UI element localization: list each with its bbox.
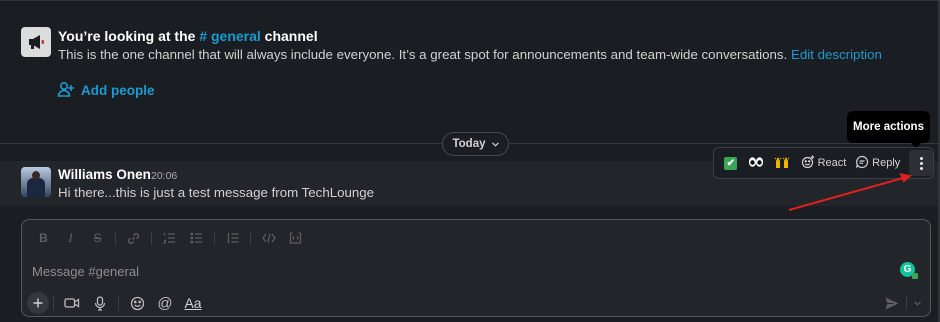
message-text: Hi there...this is just a test message f… <box>58 185 375 200</box>
video-clip-button[interactable] <box>58 292 86 314</box>
blockquote-button[interactable] <box>219 229 246 247</box>
bulleted-list-button[interactable] <box>183 229 210 247</box>
reply-label: Reply <box>872 157 901 169</box>
toolbar-separator <box>250 231 251 245</box>
send-options-button[interactable] <box>910 294 924 312</box>
raised-hands-emoji-icon <box>774 155 790 172</box>
channel-description: This is the one channel that will always… <box>58 47 882 62</box>
more-actions-button[interactable] <box>909 150 933 176</box>
bulleted-list-icon <box>190 232 202 244</box>
more-actions-tooltip: More actions <box>847 111 930 148</box>
toolbar-separator <box>151 231 152 245</box>
chevron-down-icon <box>491 138 499 150</box>
toolbar-separator <box>214 231 215 245</box>
send-button[interactable] <box>881 294 903 312</box>
code-block-icon <box>289 232 302 244</box>
italic-button[interactable]: I <box>57 229 84 247</box>
intro-title-suffix: channel <box>260 28 318 44</box>
blockquote-icon <box>227 233 238 243</box>
quick-reaction-check[interactable]: ✔ <box>718 150 744 176</box>
megaphone-icon <box>21 27 51 57</box>
text-format-label: Aa <box>184 295 202 311</box>
audio-clip-button[interactable] <box>86 292 114 314</box>
microphone-icon <box>94 295 106 311</box>
channel-description-text: This is the one channel that will always… <box>58 47 791 62</box>
quick-reaction-raised-hands[interactable] <box>769 150 795 176</box>
date-divider-pill[interactable]: Today <box>442 132 509 156</box>
mention-button[interactable]: @ <box>151 292 179 314</box>
formatting-toolbar: B I S <box>30 229 309 247</box>
intro-title-prefix: You’re looking at the <box>58 28 200 44</box>
bold-button[interactable]: B <box>30 229 57 247</box>
vertical-dots-icon-dot-2 <box>919 161 923 165</box>
toolbar-separator <box>53 295 54 311</box>
add-reaction-icon <box>801 155 815 172</box>
video-icon <box>64 298 80 308</box>
mention-icon: @ <box>157 294 173 312</box>
react-label: React <box>817 157 847 169</box>
send-controls <box>881 294 924 312</box>
quick-reaction-eyes[interactable] <box>744 150 770 176</box>
code-block-button[interactable] <box>282 229 309 247</box>
eyes-emoji-icon <box>748 156 764 171</box>
add-people-button[interactable]: Add people <box>57 81 155 100</box>
add-person-icon <box>57 81 75 100</box>
channel-intro-title: You’re looking at the # general channel <box>58 28 318 44</box>
top-border <box>0 0 940 1</box>
reply-in-thread-button[interactable]: Reply <box>852 150 903 176</box>
toolbar-separator <box>115 231 116 245</box>
send-separator <box>906 296 907 310</box>
strikethrough-button[interactable]: S <box>84 229 111 247</box>
date-divider-label: Today <box>452 138 486 150</box>
emoji-icon <box>130 296 144 310</box>
plus-icon <box>33 298 43 308</box>
ordered-list-button[interactable] <box>156 229 183 247</box>
code-icon <box>261 233 276 243</box>
chevron-down-icon <box>913 300 921 306</box>
channel-name[interactable]: # general <box>199 28 260 44</box>
toolbar-separator <box>118 295 119 311</box>
composer-bottom-toolbar: @ Aa <box>27 292 207 314</box>
react-button[interactable]: React <box>797 150 850 176</box>
link-button[interactable] <box>120 229 147 247</box>
reply-thread-icon <box>855 155 869 172</box>
message-actions-bar: ✔ React Reply <box>713 147 934 179</box>
avatar[interactable] <box>21 167 51 197</box>
edit-description-link[interactable]: Edit description <box>791 47 882 62</box>
code-button[interactable] <box>255 229 282 247</box>
link-icon <box>127 232 140 244</box>
text-formatting-toggle[interactable]: Aa <box>179 292 207 314</box>
vertical-dots-icon-dot-1 <box>919 156 923 160</box>
check-mark-emoji-icon: ✔ <box>724 156 738 170</box>
avatar-head <box>32 171 40 180</box>
vertical-dots-icon-dot-3 <box>919 166 923 170</box>
grammarly-icon[interactable]: G <box>900 262 918 279</box>
ordered-list-icon <box>163 233 175 244</box>
emoji-button[interactable] <box>123 292 151 314</box>
avatar-shirt <box>27 178 45 197</box>
message-author[interactable]: Williams Onen <box>58 167 151 182</box>
send-icon <box>885 297 899 309</box>
message-timestamp[interactable]: 20:06 <box>151 170 177 182</box>
add-people-label: Add people <box>81 83 155 98</box>
attach-plus-button[interactable] <box>27 292 49 314</box>
message-input[interactable] <box>32 262 892 280</box>
message-composer[interactable]: B I S Message #general G @ Aa <box>21 219 931 317</box>
